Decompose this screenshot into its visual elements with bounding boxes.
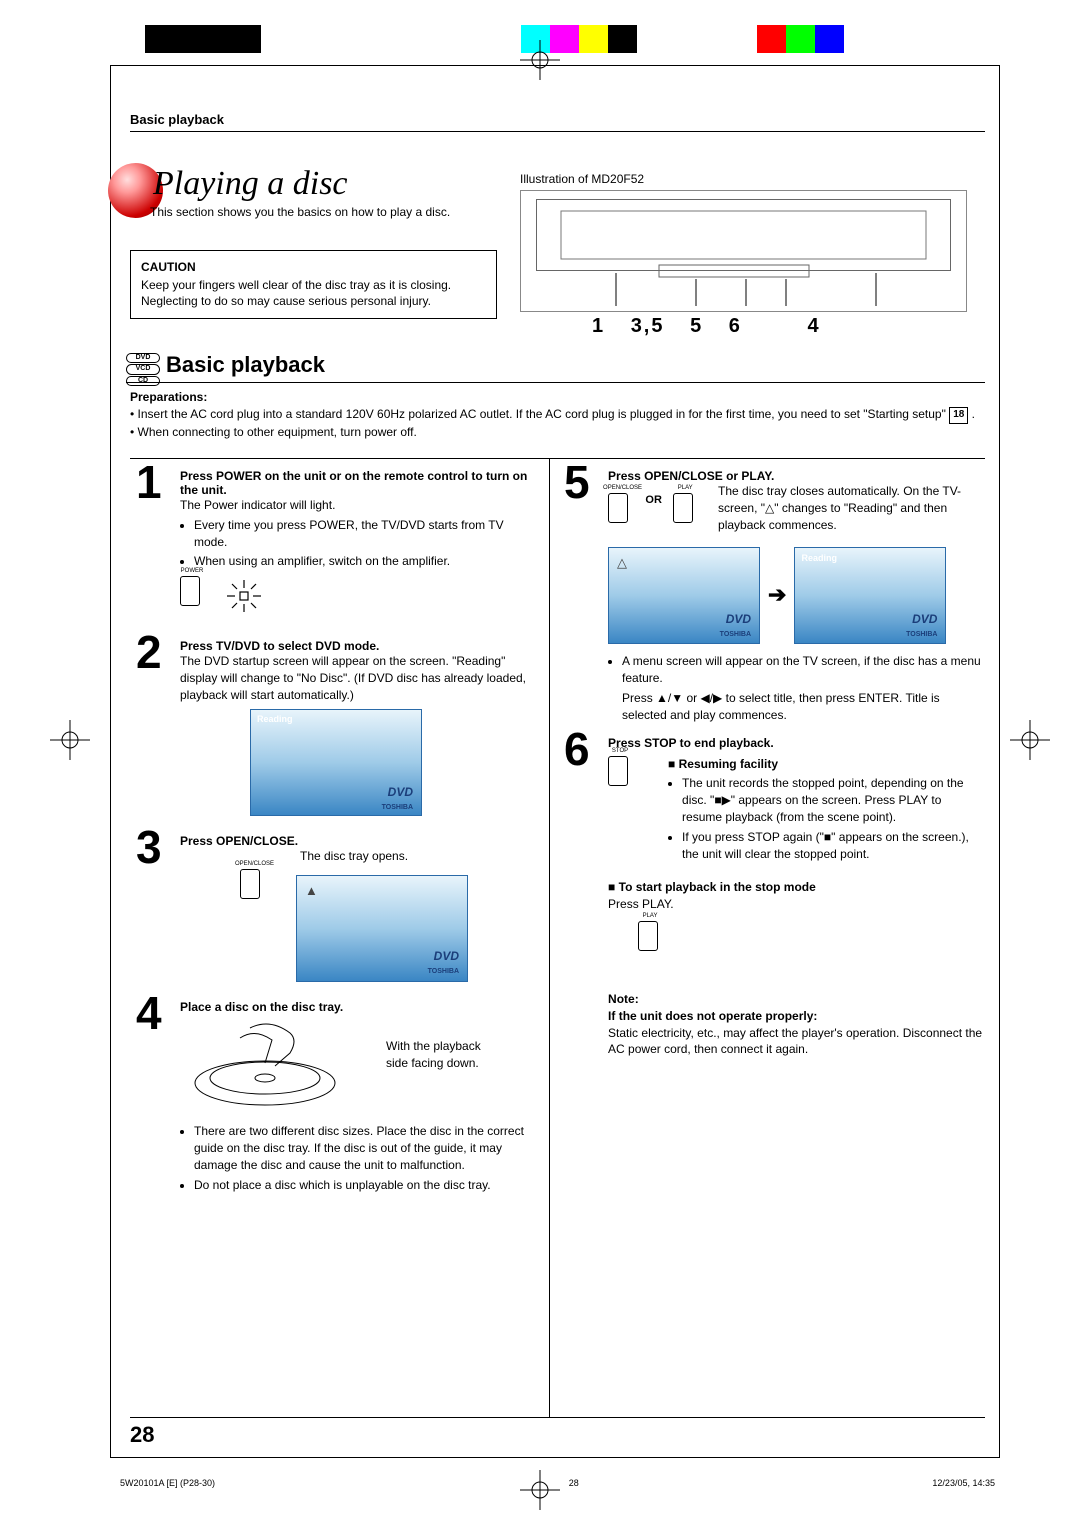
running-header: Basic playback (130, 112, 985, 132)
callout-4: 4 (807, 315, 820, 337)
footer-timestamp: 12/23/05, 14:35 (932, 1478, 995, 1488)
tv-screen-reading: Reading DVD TOSHIBA (250, 709, 422, 816)
open-close-key-icon: OPEN/CLOSE (240, 869, 260, 899)
dvd-logo: DVD (388, 785, 413, 799)
footer-doc-id: 5W20101A [E] (P28-30) (120, 1478, 215, 1488)
start-playback-head: ■ To start playback in the stop mode (608, 879, 983, 896)
step-6-body: STOP ■ Resuming facility The unit record… (608, 756, 983, 1059)
column-divider (549, 459, 550, 1417)
illustration-callouts: 1 3,5 5 6 4 (592, 315, 839, 338)
badge-cd: CD (126, 376, 160, 386)
section-heading: Basic playback (166, 352, 325, 378)
prep-item-2: When connecting to other equipment, turn… (138, 425, 417, 439)
osd-reading: Reading (801, 552, 837, 565)
preparations-head: Preparations: (130, 390, 207, 404)
callout-5: 5 (690, 315, 703, 337)
callout-6: 6 (729, 315, 742, 337)
left-column: 1 Press POWER on the unit or on the remo… (138, 463, 531, 1202)
step-number-6: 6 (564, 726, 590, 772)
step-2: 2 Press TV/DVD to select DVD mode. The D… (138, 633, 531, 828)
step-5-body: OPEN/CLOSE OR PLAY The disc tray closes … (608, 483, 983, 724)
disc-tray-illustration (180, 1018, 370, 1113)
step-5: 5 Press OPEN/CLOSE or PLAY. OPEN/CLOSE O… (566, 463, 983, 730)
printer-color-bar (145, 25, 844, 53)
tv-screen-before: △ DVD TOSHIBA (608, 547, 760, 644)
prep-item-1: Insert the AC cord plug into a standard … (138, 407, 950, 421)
step-4-side-text: With the playback side facing down. (386, 1038, 506, 1072)
arrow-right-icon: ➔ (768, 580, 786, 611)
callout-35: 3,5 (631, 315, 665, 337)
step-2-body: The DVD startup screen will appear on th… (180, 653, 531, 703)
footer-page: 28 (569, 1478, 579, 1488)
step-number-5: 5 (564, 459, 590, 505)
badge-dvd: DVD (126, 353, 160, 363)
preparations-list: • Insert the AC cord plug into a standar… (130, 406, 985, 441)
step-3-body: The disc tray opens. OPEN/CLOSE ▲ DVD TO… (180, 848, 531, 988)
steps-two-column: 1 Press POWER on the unit or on the remo… (130, 458, 985, 1418)
step-4-title: Place a disc on the disc tray. (180, 1000, 531, 1014)
chapter-subtitle: This section shows you the basics on how… (150, 205, 450, 219)
caution-body: Keep your fingers well clear of the disc… (141, 277, 486, 309)
power-key-icon: POWER (180, 576, 200, 606)
step-number-3: 3 (136, 824, 162, 870)
step-6: 6 Press STOP to end playback. STOP ■ Res… (566, 730, 983, 1065)
brand-logo: TOSHIBA (382, 804, 413, 811)
manual-page: Basic playback Playing a disc This secti… (0, 0, 1080, 1528)
step-number-4: 4 (136, 990, 162, 1036)
callout-1: 1 (592, 315, 605, 337)
section-rule (126, 382, 985, 383)
note-body: Static electricity, etc., may affect the… (608, 1025, 983, 1059)
indicator-light-icon (209, 576, 279, 616)
step-1-body: The Power indicator will light. Every ti… (180, 497, 531, 621)
step-6-title: Press STOP to end playback. (608, 736, 983, 750)
resuming-facility-head: ■ Resuming facility (668, 756, 983, 773)
osd-reading: Reading (257, 714, 293, 724)
step-2-title: Press TV/DVD to select DVD mode. (180, 639, 531, 653)
badge-vcd: VCD (126, 364, 160, 374)
step-number-1: 1 (136, 459, 162, 505)
device-illustration (520, 190, 967, 312)
tv-screen-eject: ▲ DVD TOSHIBA (296, 875, 468, 982)
page-ref-icon: 18 (949, 407, 968, 424)
caution-box: CAUTION Keep your fingers well clear of … (130, 250, 497, 319)
registration-mark-right (1010, 720, 1050, 760)
running-header-text: Basic playback (130, 112, 224, 127)
tv-screen-after: Reading DVD TOSHIBA (794, 547, 946, 644)
open-close-key-icon: OPEN/CLOSE (608, 493, 628, 523)
brand-logo: TOSHIBA (428, 967, 459, 977)
print-footer: 5W20101A [E] (P28-30) 28 12/23/05, 14:35 (120, 1478, 995, 1488)
registration-mark-left (50, 720, 90, 760)
play-key-icon: PLAY (673, 493, 693, 523)
step-1-title: Press POWER on the unit or on the remote… (180, 469, 531, 497)
step-1: 1 Press POWER on the unit or on the remo… (138, 463, 531, 633)
eject-icon: ▲ (305, 882, 318, 900)
start-playback-body: Press PLAY. (608, 896, 983, 913)
or-label: OR (645, 494, 662, 506)
stop-key-icon: STOP (608, 756, 628, 786)
dvd-logo: DVD (434, 948, 459, 965)
note-head: Note: (608, 991, 983, 1008)
step-5-title: Press OPEN/CLOSE or PLAY. (608, 469, 983, 483)
step-4: 4 Place a disc on the disc tray. With th… (138, 994, 531, 1202)
registration-mark-bottom (520, 1470, 560, 1510)
right-column: 5 Press OPEN/CLOSE or PLAY. OPEN/CLOSE O… (566, 463, 983, 1064)
step-number-2: 2 (136, 629, 162, 675)
osd-eject-icon: △ (617, 554, 627, 572)
note-sub: If the unit does not operate properly: (608, 1008, 983, 1025)
chapter-title: Playing a disc (153, 165, 348, 203)
caution-head: CAUTION (141, 259, 486, 275)
step-3: 3 Press OPEN/CLOSE. The disc tray opens.… (138, 828, 531, 994)
play-key-icon: PLAY (638, 921, 658, 951)
power-button-illustration: POWER (180, 576, 531, 621)
step-4-body: With the playback side facing down. Ther… (180, 1018, 531, 1193)
page-number: 28 (130, 1422, 154, 1448)
step-3-title: Press OPEN/CLOSE. (180, 834, 531, 848)
illustration-label: Illustration of MD20F52 (520, 172, 644, 186)
